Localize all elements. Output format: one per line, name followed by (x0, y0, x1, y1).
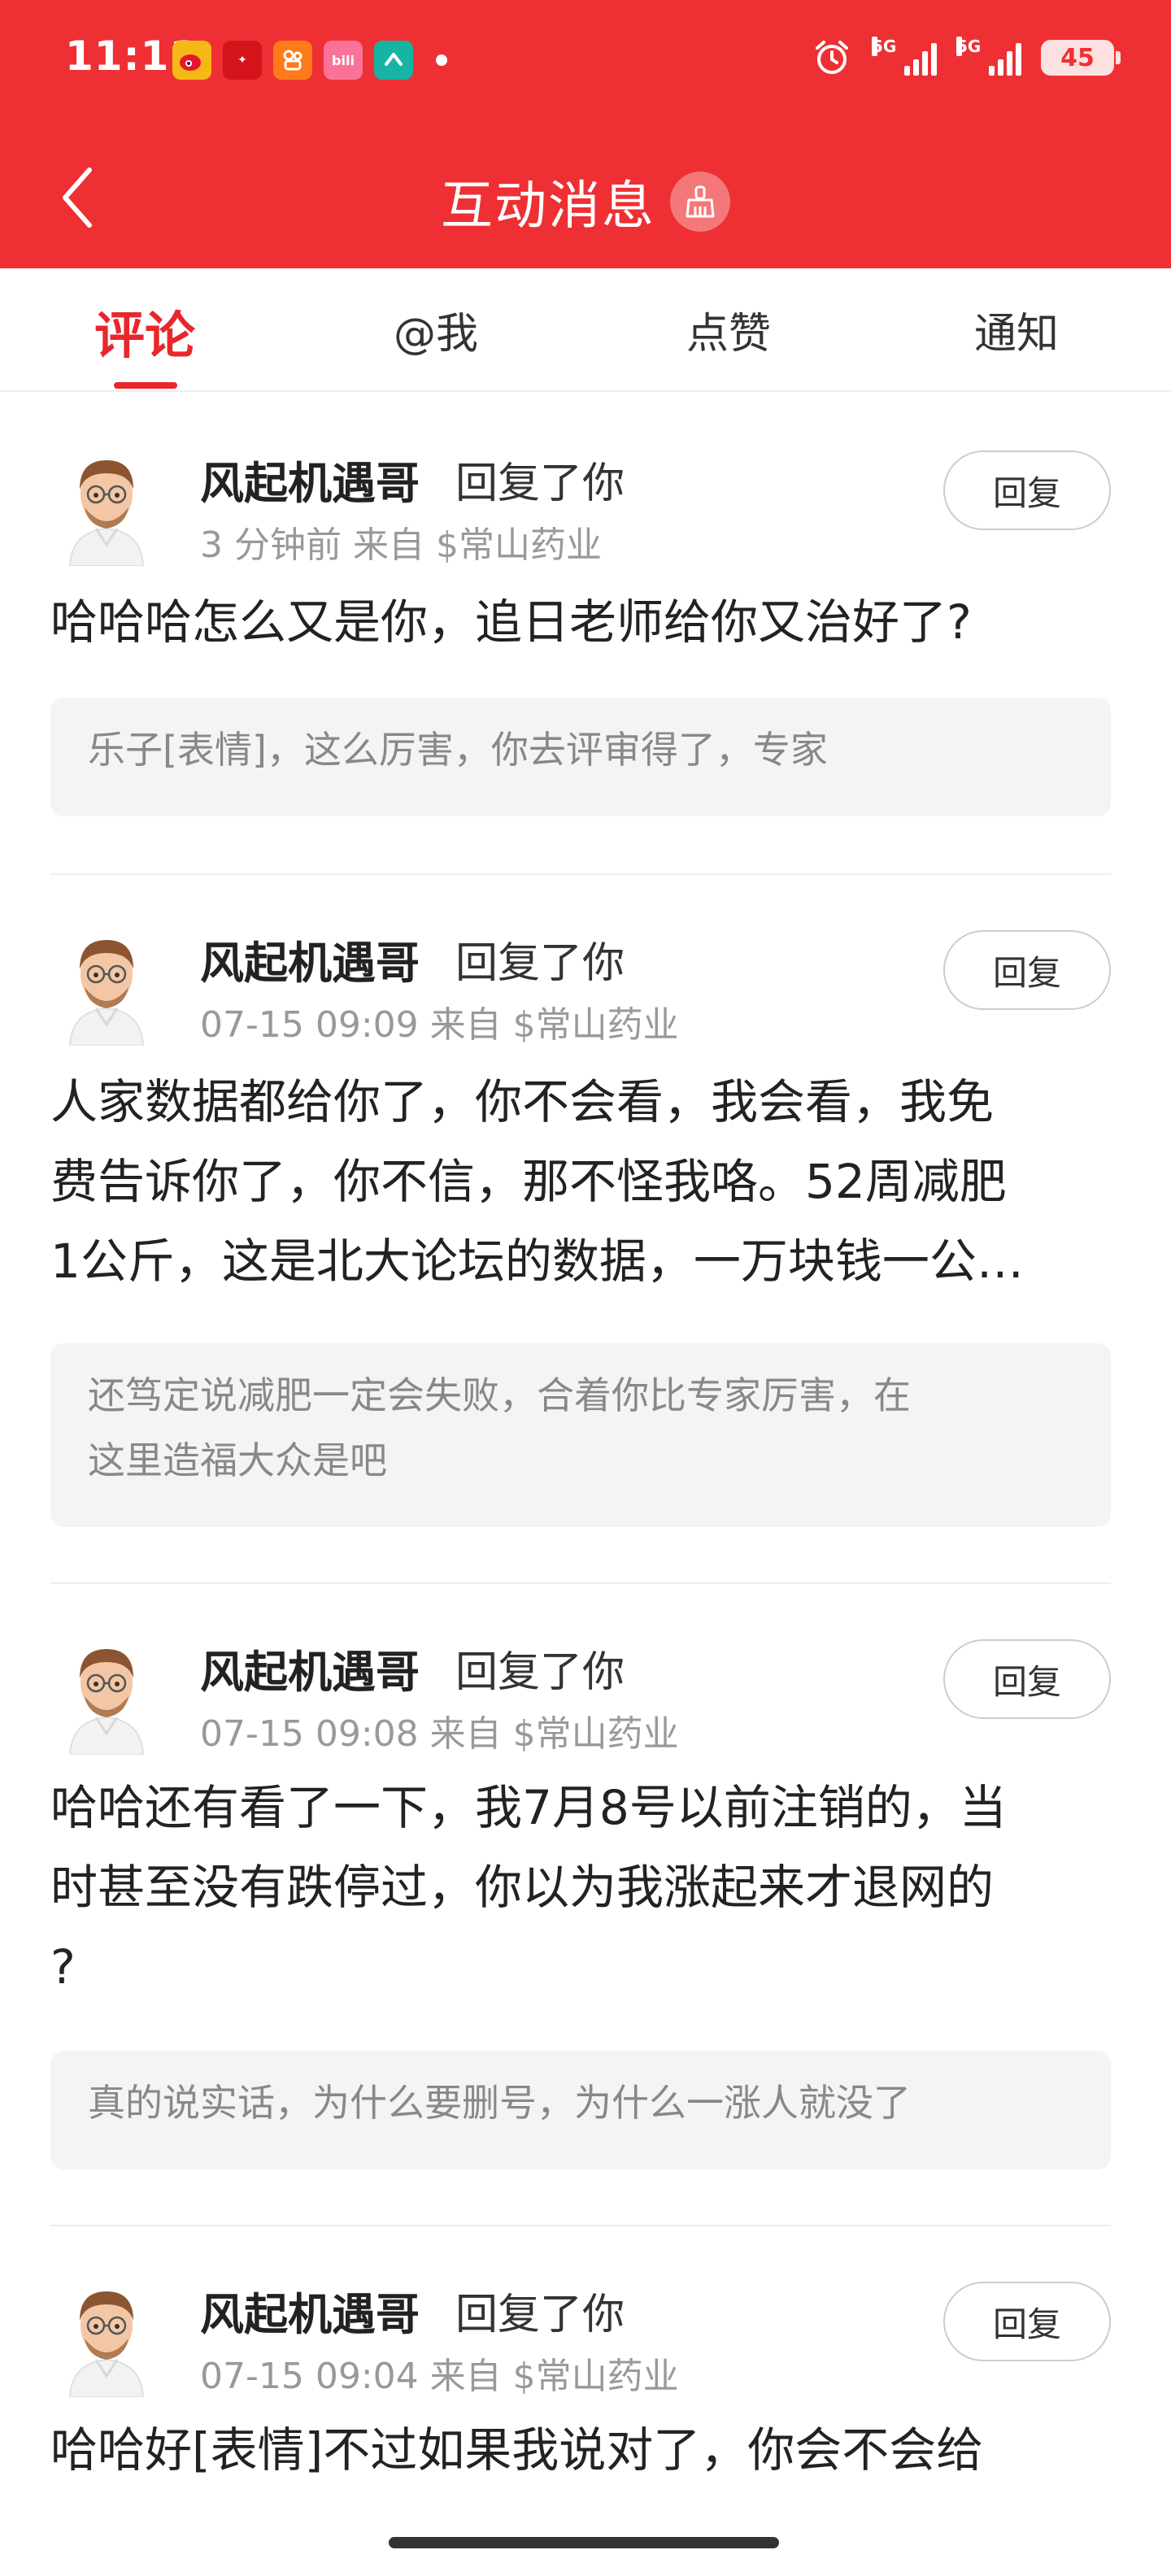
comment-username[interactable]: 风起机遇哥 (200, 1636, 420, 1700)
app-icon (374, 41, 413, 80)
network-type-label: 5G (872, 37, 897, 56)
reply-button[interactable]: 回复 (943, 930, 1111, 1010)
avatar[interactable] (55, 2275, 158, 2398)
comment-username[interactable]: 风起机遇哥 (200, 2278, 420, 2343)
comment-text-line: 时甚至没有跌停过，你以为我涨起来才退网的 (50, 1860, 995, 1915)
comment-action: 回复了你 (455, 1648, 625, 1697)
avatar[interactable] (55, 444, 158, 567)
reply-button[interactable]: 回复 (943, 2282, 1111, 2361)
tab-bar: 评论 @我 点赞 通知 (0, 268, 1171, 392)
notification-icons: ✦ bili (172, 41, 447, 80)
alarm-icon (812, 37, 852, 78)
signal-icon: 5G (872, 37, 937, 76)
avatar[interactable] (55, 1633, 158, 1756)
comment-text-line: 1公斤，这是北大论坛的数据，一万块钱一公… (50, 1234, 1024, 1289)
network-type-label: 5G (956, 37, 982, 56)
reply-button[interactable]: 回复 (943, 450, 1111, 530)
comment-action: 回复了你 (455, 2291, 625, 2339)
comment-meta: 07-15 09:08 来自 $常山药业 (200, 1713, 679, 1755)
system-icons: 5G 5G 45 (812, 37, 1121, 78)
quoted-comment[interactable]: 真的说实话，为什么要删号，为什么一涨人就没了 (50, 2051, 1111, 2169)
clear-all-button[interactable] (670, 172, 730, 232)
comment-text[interactable]: 哈哈好[表情]不过如果我说对了，你会不会给 (50, 2410, 1124, 2490)
quote-line: 这里造福大众是吧 (88, 1438, 387, 1482)
comment-action: 回复了你 (455, 459, 625, 508)
comment-text[interactable]: 人家数据都给你了，你不会看，我会看，我免 费告诉你了，你不信，那不怪我咯。52周… (50, 1062, 1124, 1301)
broom-icon (686, 185, 715, 218)
tab-comments[interactable]: 评论 (94, 294, 195, 368)
nav-bar: 互动消息 (0, 130, 1171, 268)
comment-text-line: 哈哈还有看了一下，我7月8号以前注销的，当 (50, 1780, 1007, 1835)
comment-username[interactable]: 风起机遇哥 (200, 927, 420, 991)
quote-line: 还笃定说减肥一定会失败，合着你比专家厉害，在 (88, 1373, 911, 1417)
more-notifications-dot (436, 54, 447, 66)
battery-level: 45 (1060, 43, 1095, 72)
tab-notifications[interactable]: 通知 (974, 299, 1059, 360)
active-tab-indicator (114, 382, 177, 389)
tab-likes[interactable]: 点赞 (686, 299, 771, 360)
comment-text-line: ? (50, 1939, 76, 1995)
app-header-background: 11:11 ✦ bili 5G 5G 45 互动消息 (0, 0, 1171, 268)
comment-text[interactable]: 哈哈还有看了一下，我7月8号以前注销的，当 时甚至没有跌停过，你以为我涨起来才退… (50, 1768, 1124, 2007)
divider (50, 873, 1111, 875)
weibo-icon (172, 41, 211, 80)
signal-icon: 5G (956, 37, 1021, 76)
comment-username[interactable]: 风起机遇哥 (200, 447, 420, 511)
comment-meta: 07-15 09:09 来自 $常山药业 (200, 1004, 679, 1046)
reply-button[interactable]: 回复 (943, 1639, 1111, 1719)
battery-icon: 45 (1041, 40, 1121, 76)
quoted-comment[interactable]: 还笃定说减肥一定会失败，合着你比专家厉害，在 这里造福大众是吧 (50, 1343, 1111, 1527)
tab-mentions[interactable]: @我 (394, 299, 478, 360)
news-app-icon: ✦ (223, 41, 262, 80)
home-indicator[interactable] (389, 2537, 779, 2548)
divider (50, 1582, 1111, 1584)
status-bar: 11:11 ✦ bili 5G 5G 45 (0, 0, 1171, 130)
comment-action: 回复了你 (455, 939, 625, 988)
comment-text[interactable]: 哈哈哈怎么又是你，追日老师给你又治好了? (50, 582, 1124, 662)
kuaishou-icon (273, 41, 312, 80)
comment-text-line: 人家数据都给你了，你不会看，我会看，我免 (50, 1074, 995, 1129)
divider (50, 2225, 1111, 2226)
quoted-comment[interactable]: 乐子[表情]，这么厉害，你去评审得了，专家 (50, 698, 1111, 816)
page-title: 互动消息 (441, 176, 655, 237)
comment-meta: 3 分钟前 来自 $常山药业 (200, 524, 602, 566)
comment-text-line: 费告诉你了，你不信，那不怪我咯。52周减肥 (50, 1154, 1007, 1209)
comment-meta: 07-15 09:04 来自 $常山药业 (200, 2356, 679, 2397)
avatar[interactable] (55, 924, 158, 1046)
bilibili-icon: bili (324, 41, 363, 80)
